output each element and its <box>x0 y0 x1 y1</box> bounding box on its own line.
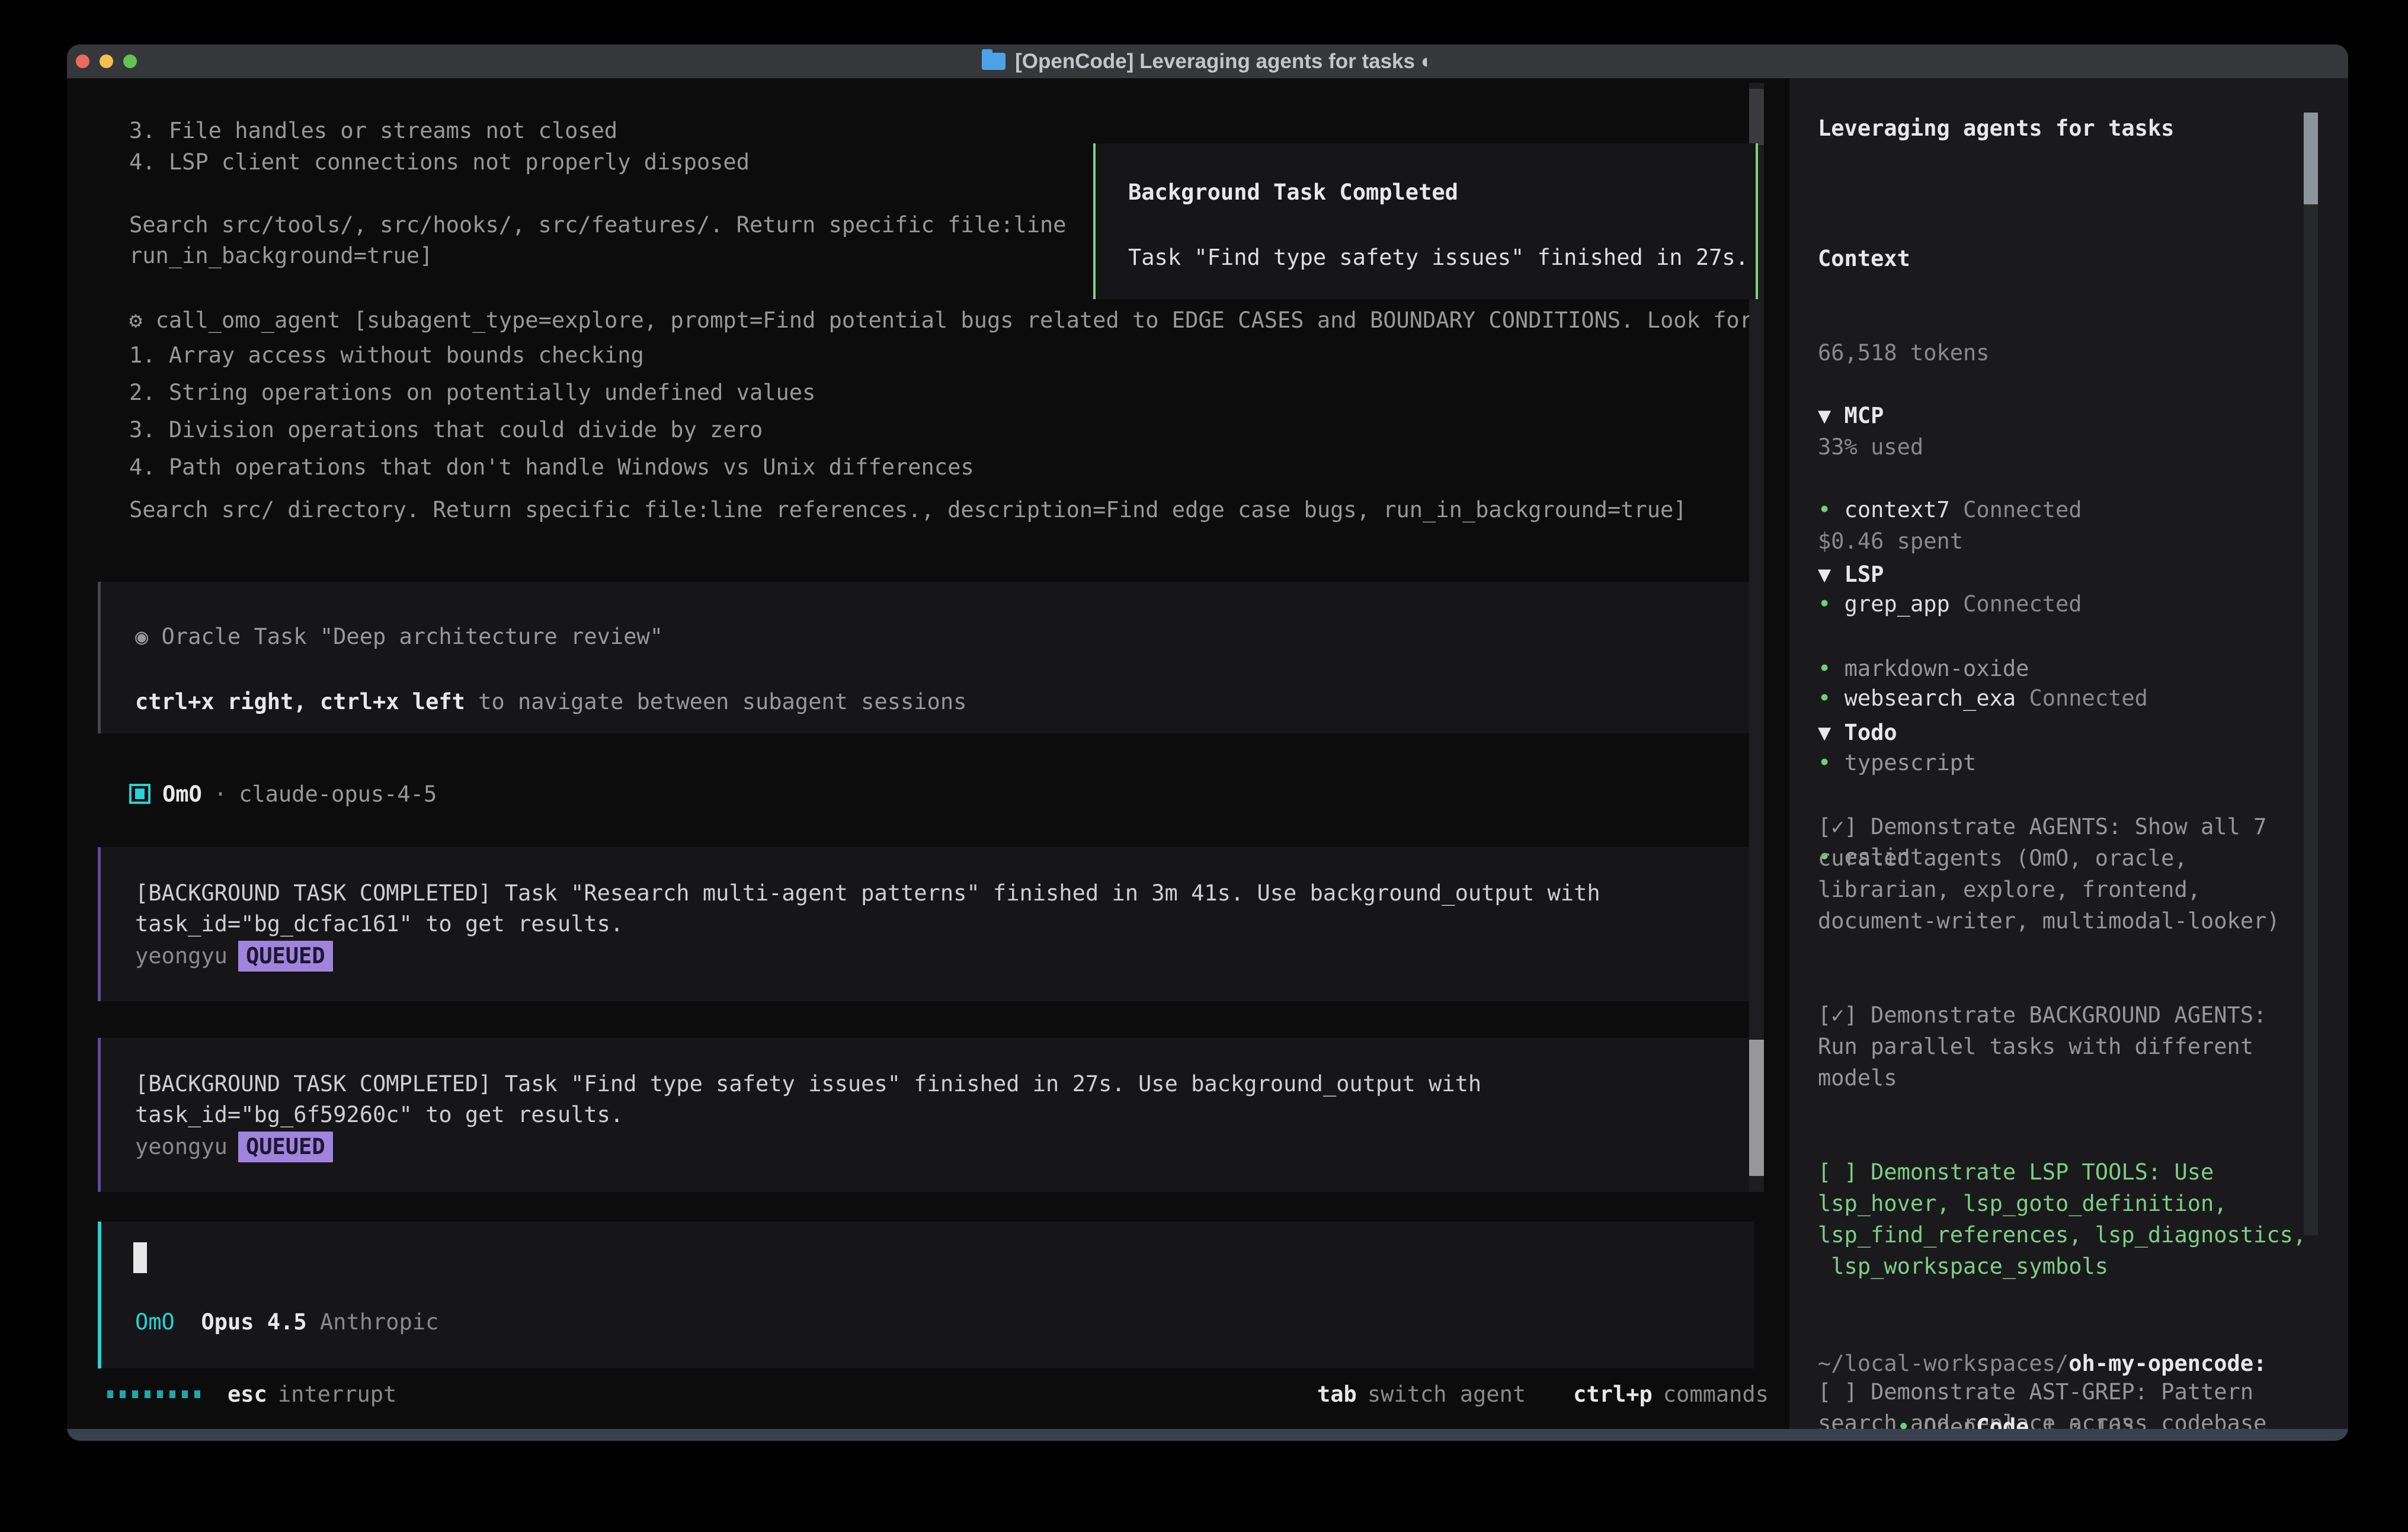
agent-call-item: 2. String operations on potentially unde… <box>129 374 974 411</box>
agent-call-item: 3. Division operations that could divide… <box>129 411 974 448</box>
agent-call-item: 4. Path operations that don't handle Win… <box>129 448 974 486</box>
task-user: yeongyu <box>135 1134 228 1159</box>
tab-action-label: switch agent <box>1368 1382 1526 1407</box>
todo-section-header[interactable]: ▼ Todo <box>1818 717 2319 748</box>
oracle-task-hint: ctrl+x right, ctrl+x left to navigate be… <box>135 687 1754 717</box>
task-meta-row: yeongyu QUEUED <box>135 941 1754 972</box>
text-cursor <box>133 1242 147 1273</box>
status-bar: esc interrupt tab switch agent ctrl+p co… <box>70 1379 1789 1410</box>
todo-item: [✓] Demonstrate AGENTS: Show all 7 curat… <box>1818 811 2319 937</box>
session-separator: · <box>214 781 227 807</box>
esc-action-label: interrupt <box>278 1382 396 1407</box>
sidebar-session-title: Leveraging agents for tasks <box>1818 113 2174 144</box>
task-user: yeongyu <box>135 943 228 969</box>
window-title-wrap: [OpenCode] Leveraging agents for tasks ◐ <box>67 44 2348 78</box>
input-provider: Anthropic <box>320 1309 438 1335</box>
lsp-section-header[interactable]: ▼ LSP <box>1818 559 2029 590</box>
todo-item: [ ] Demonstrate LSP TOOLS: Use lsp_hover… <box>1818 1156 2319 1282</box>
window-bottom-edge <box>67 1429 2348 1441</box>
spinner-dots-icon <box>107 1390 200 1398</box>
hint-text: to navigate between subagent sessions <box>465 689 966 714</box>
background-task-box: [BACKGROUND TASK COMPLETED] Task "Resear… <box>98 847 1754 1001</box>
background-task-box: [BACKGROUND TASK COMPLETED] Task "Find t… <box>98 1038 1754 1192</box>
todo-item: [✓] Demonstrate BACKGROUND AGENTS: Run p… <box>1818 999 2319 1094</box>
workspace-path: ~/local-workspaces/oh-my-opencode: <box>1818 1348 2319 1379</box>
prompt-input[interactable]: OmO Opus 4.5 Anthropic <box>98 1222 1754 1368</box>
input-model-row: OmO Opus 4.5 Anthropic <box>135 1309 438 1335</box>
title-bar: [OpenCode] Leveraging agents for tasks ◐ <box>67 44 2348 78</box>
terminal-line: Search src/tools/, src/hooks/, src/featu… <box>129 210 1067 241</box>
terminal-line: run_in_background=true] <box>129 241 1067 271</box>
terminal-line: 3. File handles or streams not closed <box>129 115 750 146</box>
tab-key-hint: tab <box>1317 1382 1357 1407</box>
oracle-task-title: ◉ Oracle Task "Deep architecture review" <box>135 621 1754 652</box>
main-scrollbar-thumb[interactable] <box>1749 1040 1764 1176</box>
input-agent: OmO <box>135 1309 175 1335</box>
ctrlp-key-hint: ctrl+p <box>1573 1382 1653 1407</box>
terminal-line: 4. LSP client connections not properly d… <box>129 146 750 178</box>
sidebar-scrollbar[interactable] <box>2304 113 2318 1235</box>
task-line2: task_id="bg_dcfac161" to get results. <box>135 909 1754 940</box>
task-line1: [BACKGROUND TASK COMPLETED] Task "Resear… <box>135 878 1754 909</box>
sidebar: Leveraging agents for tasks Context 66,5… <box>1789 78 2348 1429</box>
app-window: [OpenCode] Leveraging agents for tasks ◐… <box>67 44 2348 1441</box>
agent-call-row: ⚙ call_omo_agent [subagent_type=explore,… <box>129 305 1753 336</box>
session-header: OmO · claude-opus-4-5 <box>129 777 437 810</box>
workspace-path-repo: oh-my-opencode: <box>2068 1351 2266 1376</box>
esc-key-hint: esc <box>228 1382 267 1407</box>
task-line1: [BACKGROUND TASK COMPLETED] Task "Find t… <box>135 1069 1754 1100</box>
status-badge: QUEUED <box>238 941 333 972</box>
folder-icon <box>982 53 1006 70</box>
status-right: tab switch agent ctrl+p commands <box>1317 1382 1769 1407</box>
task-line2: task_id="bg_6f59260c" to get results. <box>135 1100 1754 1130</box>
gear-icon: ⚙ <box>129 307 142 333</box>
agent-call-item: 1. Array access without bounds checking <box>129 336 974 374</box>
status-badge: QUEUED <box>238 1132 333 1162</box>
main-scrollbar-thumb-top[interactable] <box>1749 89 1764 145</box>
terminal-output-block: 3. File handles or streams not closed 4.… <box>129 115 750 178</box>
sidebar-scrollbar-thumb[interactable] <box>2304 113 2318 204</box>
toast-notification[interactable]: Background Task Completed Task "Find typ… <box>1093 143 1758 299</box>
terminal-search-block: Search src/tools/, src/hooks/, src/featu… <box>129 210 1067 271</box>
input-model: Opus 4.5 <box>201 1309 306 1335</box>
agent-call-items: 1. Array access without bounds checking … <box>129 336 974 486</box>
ctrlp-action-label: commands <box>1663 1382 1769 1407</box>
context-heading: Context <box>1818 243 1990 274</box>
hint-keys: ctrl+x right, ctrl+x left <box>135 689 465 714</box>
mcp-section-header[interactable]: ▼ MCP <box>1818 400 2148 431</box>
agent-call-header: call_omo_agent [subagent_type=explore, p… <box>156 307 1753 333</box>
toast-title: Background Task Completed <box>1128 177 1756 208</box>
window-title: [OpenCode] Leveraging agents for tasks ◐ <box>1015 50 1433 73</box>
omo-agent-icon <box>129 784 150 804</box>
agent-call-footer: Search src/ directory. Return specific f… <box>129 494 1687 525</box>
toast-message: Task "Find type safety issues" finished … <box>1128 242 1756 273</box>
workspace-path-prefix: ~/local-workspaces/ <box>1818 1351 2068 1376</box>
task-meta-row: yeongyu QUEUED <box>135 1132 1754 1162</box>
status-left: esc interrupt <box>107 1382 396 1407</box>
oracle-task-panel: ◉ Oracle Task "Deep architecture review"… <box>98 582 1754 733</box>
session-model: claude-opus-4-5 <box>239 781 437 807</box>
session-agent: OmO <box>162 781 202 807</box>
